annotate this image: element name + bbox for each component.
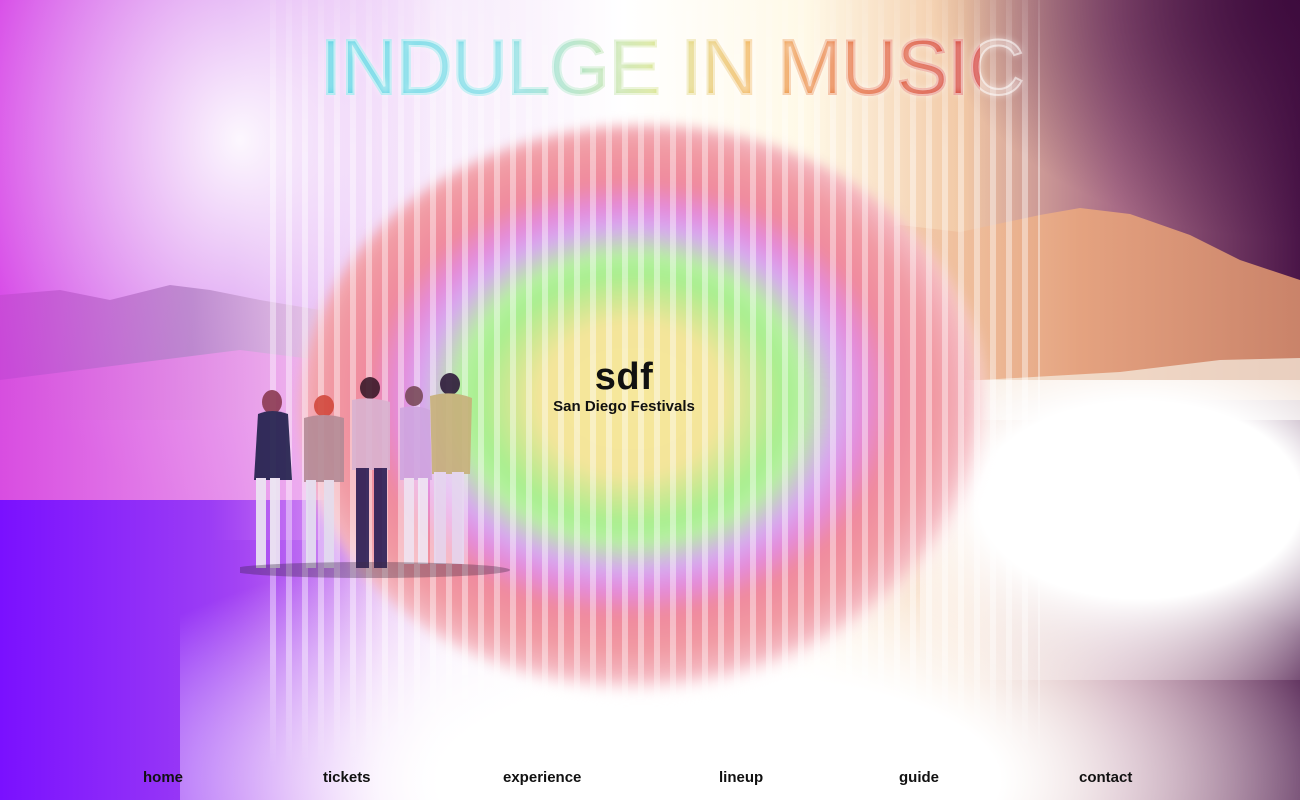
main-navigation: home tickets experience lineup guide con… xyxy=(0,765,1300,791)
nav-experience[interactable]: experience xyxy=(503,765,581,791)
nav-guide[interactable]: guide xyxy=(899,765,939,791)
logo-subtitle: San Diego Festivals xyxy=(553,398,695,415)
sdf-logo[interactable]: sdf San Diego Festivals xyxy=(520,355,728,415)
hero-title: INDULGE IN MUSIC xyxy=(319,22,1025,112)
nav-lineup[interactable]: lineup xyxy=(719,765,763,791)
nav-home[interactable]: home xyxy=(143,765,183,791)
logo-mark: sdf xyxy=(594,356,654,398)
crowd-silhouette xyxy=(240,373,510,578)
nav-tickets[interactable]: tickets xyxy=(323,765,371,791)
nav-contact[interactable]: contact xyxy=(1079,765,1132,791)
